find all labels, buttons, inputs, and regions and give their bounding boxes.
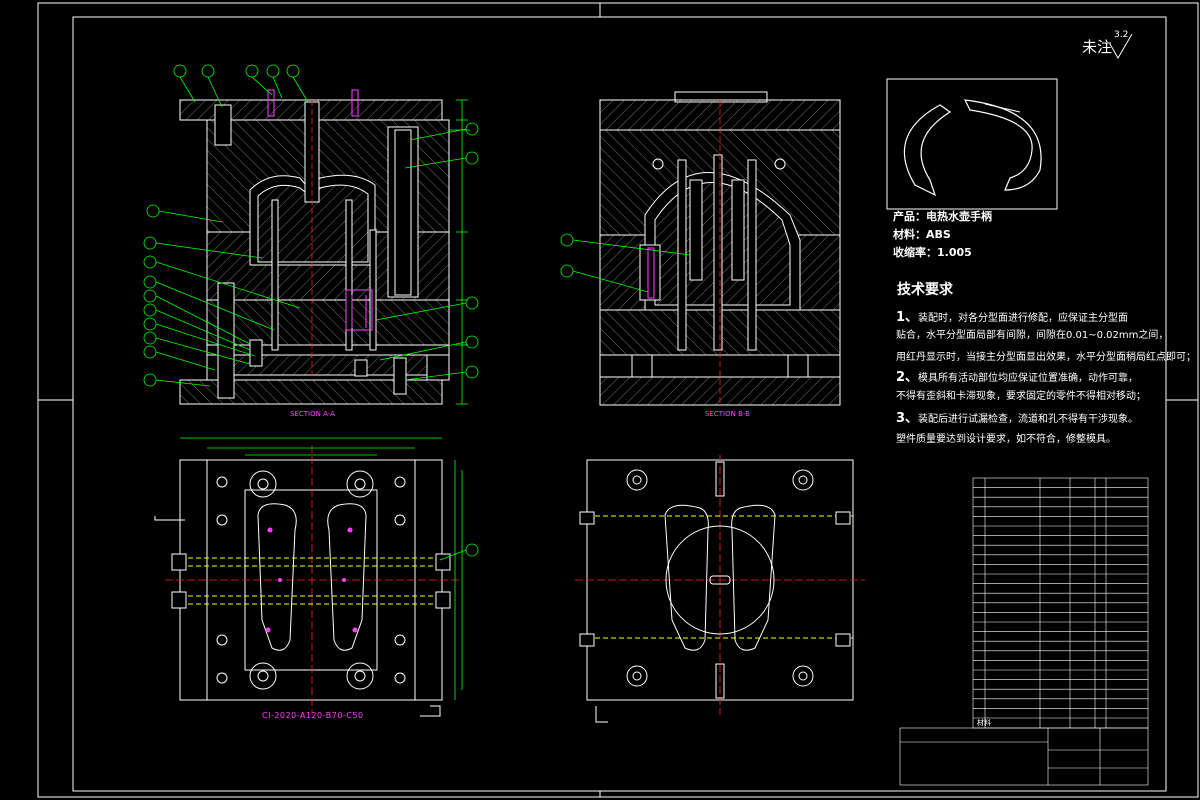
plan-view-moving [154, 437, 479, 717]
requirement-line: 不得有歪斜和卡滞现象，要求固定的零件不得相对移动； [896, 391, 1146, 402]
section-b-label: SECTION B-B [705, 410, 750, 418]
requirement-line: 贴合，水平分型面局部有间隙，间隙在0.01~0.02mm之间， [896, 330, 1169, 341]
section-a-label: SECTION A-A [290, 410, 335, 418]
tech-requirements-title: 技术要求 [897, 282, 953, 298]
mold-frame-code: CI-2020-A120-B70-C50 [262, 711, 364, 720]
bom-table [899, 477, 1149, 786]
shrinkage-label: 收缩率：1.005 [893, 246, 972, 259]
requirement-line: 用红丹显示时，当接主分型面显出效果，水平分型面稍局红点即可； [896, 352, 1196, 363]
bom-header-material: 材料 [977, 719, 991, 727]
roughness-value: 3.2 [1114, 30, 1129, 40]
product-label: 产品：电热水壶手柄 [893, 210, 992, 223]
section-a-view [143, 64, 479, 405]
requirement-line: 塑件质量要达到设计要求，如不符合，修整模具。 [896, 434, 1116, 445]
requirement-line: 3、装配后进行试漏检查，流道和孔不得有干涉现象。 [896, 411, 1139, 426]
product-preview [886, 78, 1058, 210]
plan-view-fixed [575, 455, 865, 723]
requirement-line: 1、装配时，对各分型面进行修配，应保证主分型面 [896, 310, 1129, 325]
material-label: 材料：ABS [893, 228, 951, 241]
requirement-line: 2、模具所有活动部位均应保证位置准确，动作可靠， [896, 370, 1139, 385]
surface-note: 未注 [1082, 38, 1113, 56]
section-b-view [560, 91, 841, 406]
